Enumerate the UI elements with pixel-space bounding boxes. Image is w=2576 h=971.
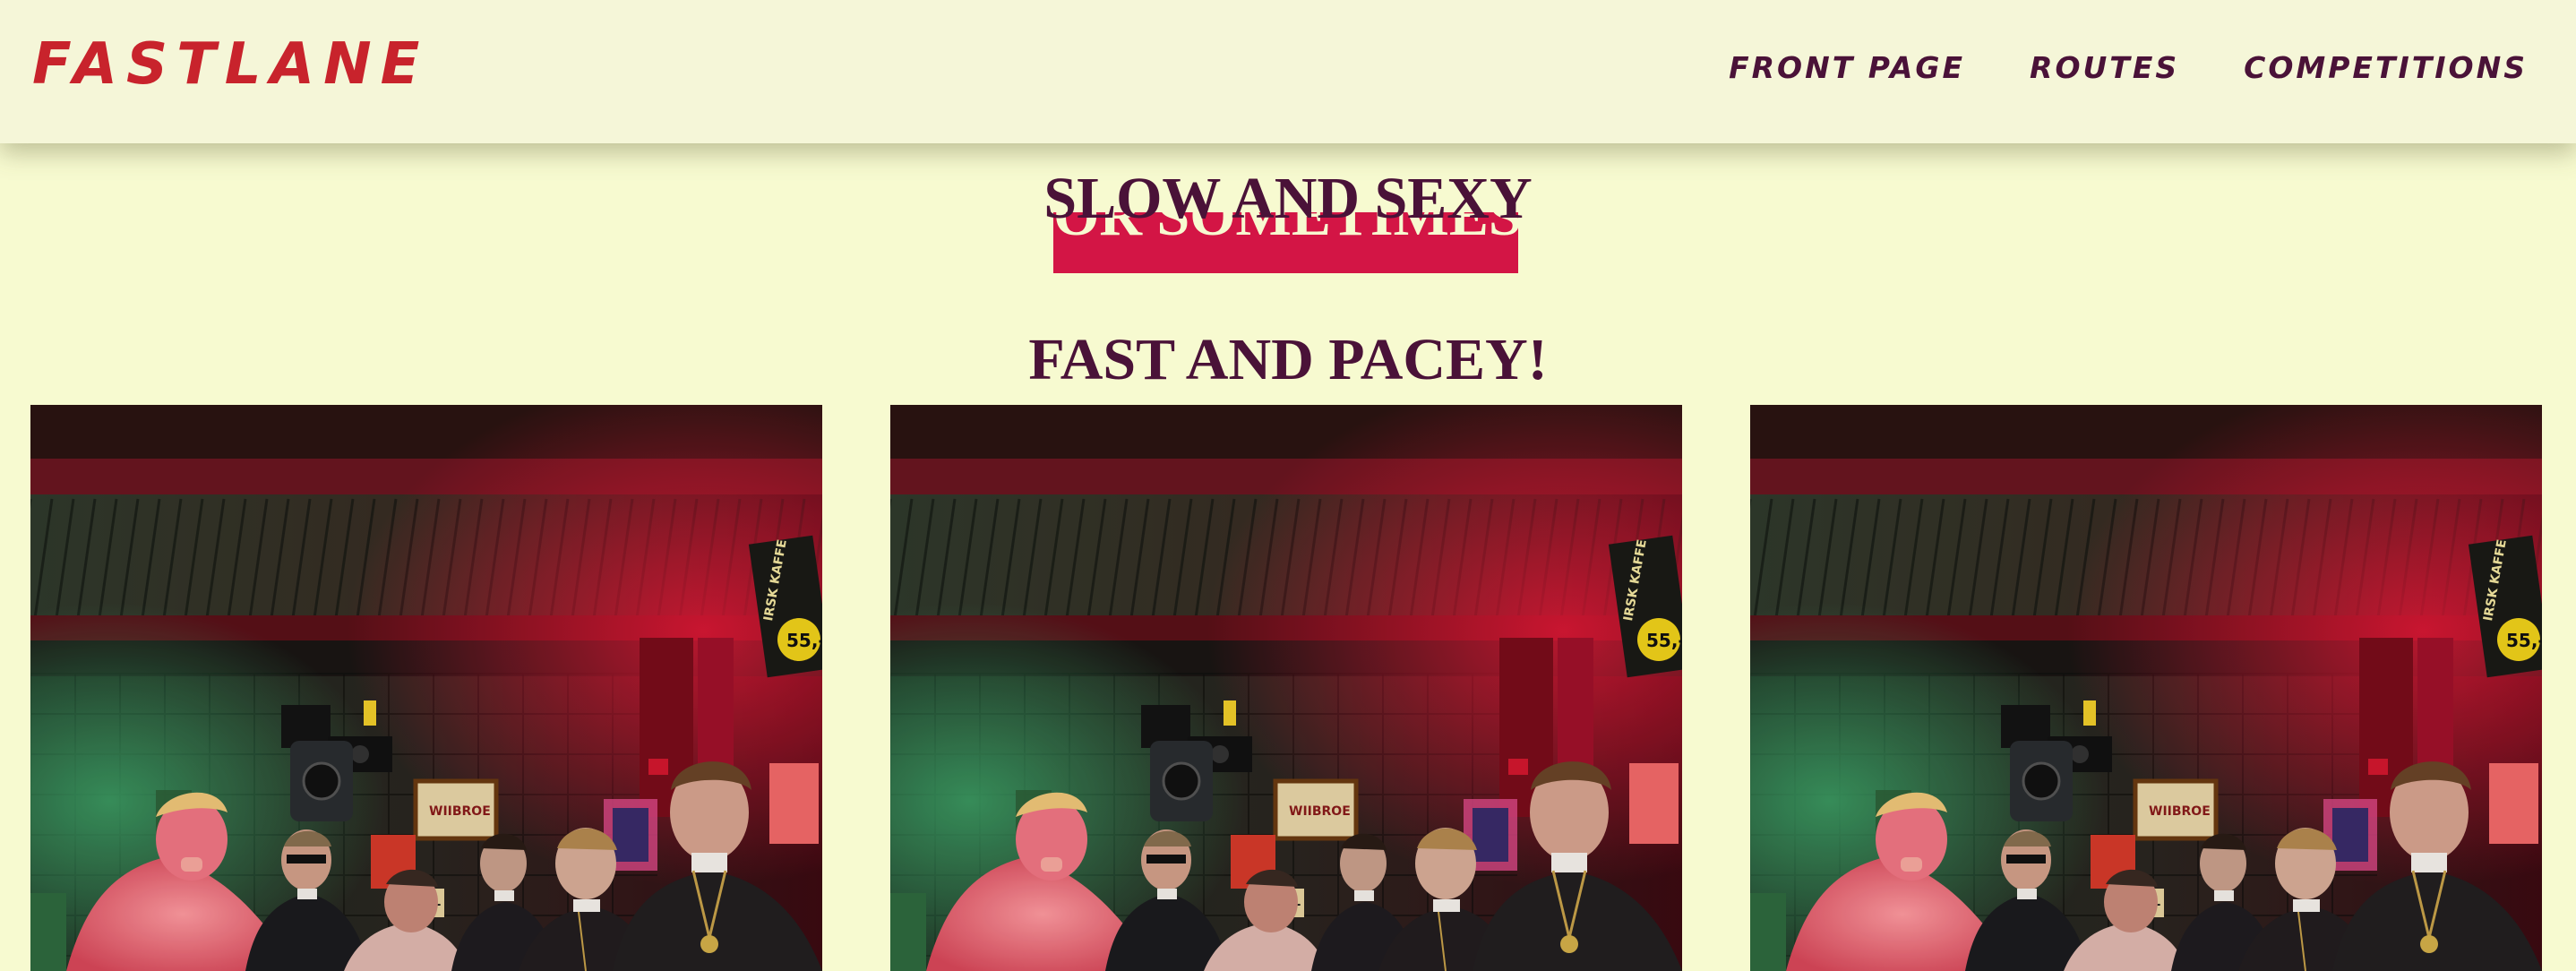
top-navbar: FASTLANE FRONT PAGE ROUTES COMPETITIONS <box>0 0 2576 143</box>
hero-headline-line1: SLOW AND SEXY <box>1043 166 1533 231</box>
photo-gallery: IRSK KAFFE 55,- WIIBROE 55,- <box>30 405 2542 971</box>
nav-link-front-page[interactable]: FRONT PAGE <box>1729 48 1965 88</box>
gallery-photo-1[interactable]: IRSK KAFFE 55,- WIIBROE 55,- <box>30 405 822 971</box>
hero-headline-line3: FAST AND PACEY! <box>1028 327 1548 392</box>
gallery-photo-3[interactable]: IRSK KAFFE 55,- WIIBROE 55,- <box>1750 405 2542 971</box>
nav-link-competitions[interactable]: COMPETITIONS <box>2244 48 2528 88</box>
group-photo-image: IRSK KAFFE 55,- WIIBROE 55,- <box>30 405 822 971</box>
group-photo-image: IRSK KAFFE 55,- WIIBROE 55,- <box>1750 405 2542 971</box>
nav-link-routes[interactable]: ROUTES <box>2030 48 2179 88</box>
brand-logo[interactable]: FASTLANE <box>32 32 428 97</box>
main-nav: FRONT PAGE ROUTES COMPETITIONS <box>1729 48 2528 88</box>
group-photo-image: IRSK KAFFE 55,- WIIBROE 55,- <box>890 405 1682 971</box>
gallery-photo-2[interactable]: IRSK KAFFE 55,- WIIBROE 55,- <box>890 405 1682 971</box>
